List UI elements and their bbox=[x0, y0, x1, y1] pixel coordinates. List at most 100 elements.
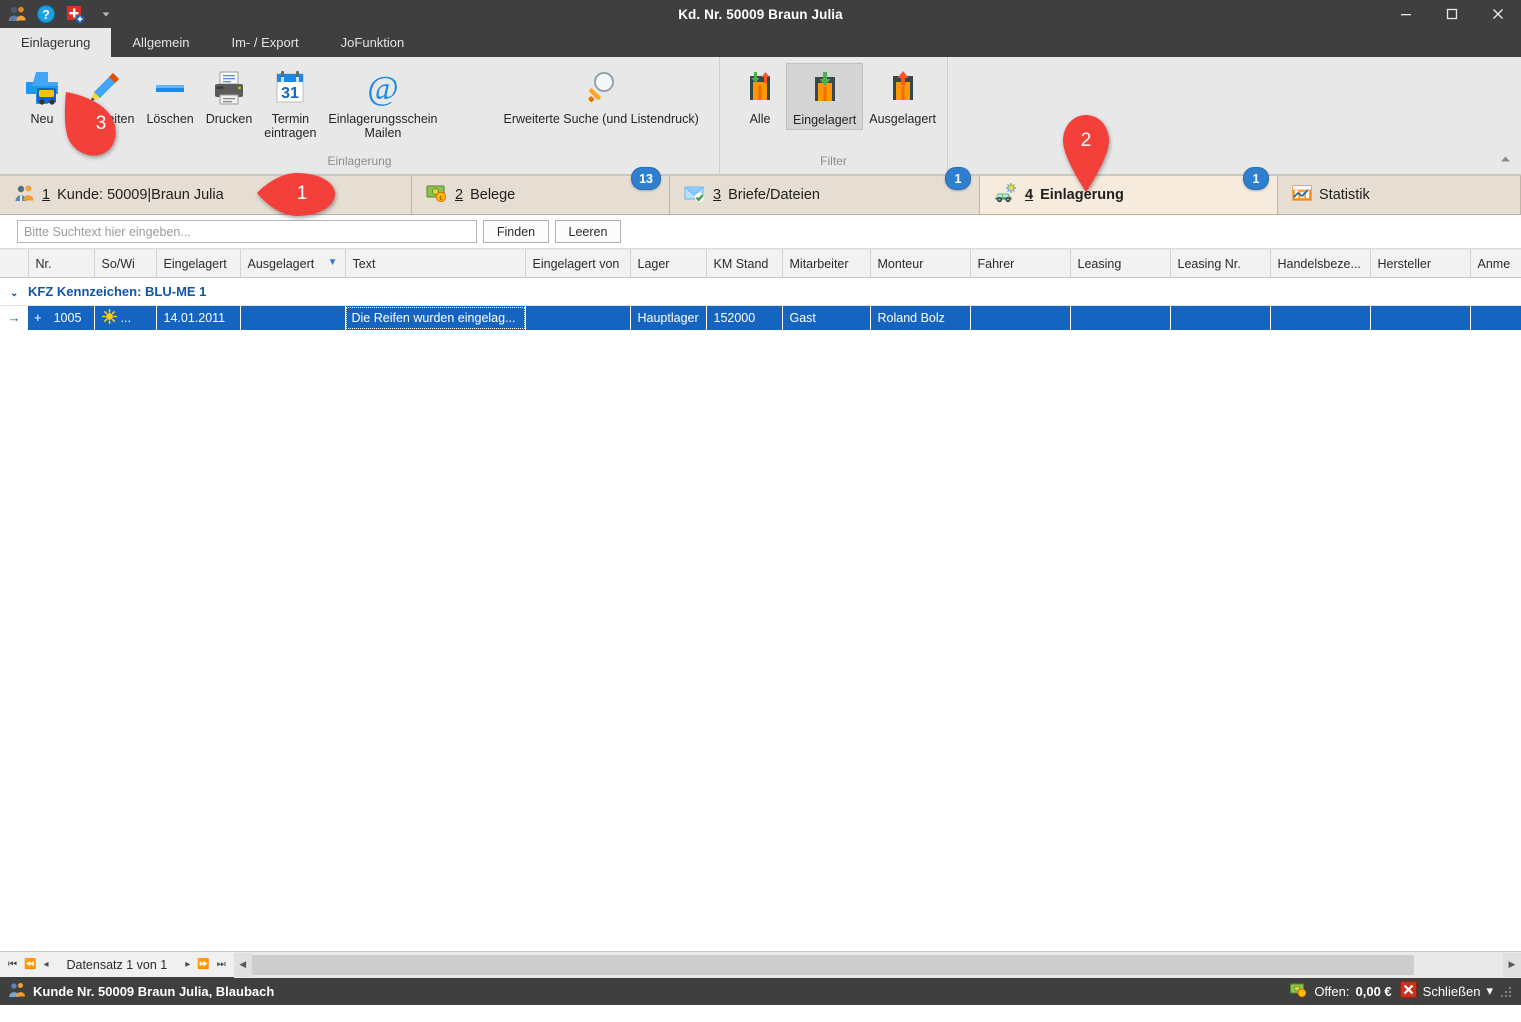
nav-tab-einlagerung[interactable]: 4 Einlagerung 1 bbox=[980, 167, 1278, 214]
ribbon-tab-einlagerung[interactable]: Einlagerung bbox=[0, 28, 112, 57]
ribbon-button-termin-eintragen[interactable]: 31 Termin eintragen bbox=[258, 63, 322, 142]
ribbon-tab-allgemein[interactable]: Allgemein bbox=[111, 28, 210, 57]
grid-group-row-cell[interactable]: ⌄ KFZ Kennzeichen: BLU-ME 1 bbox=[0, 277, 1521, 306]
nav-tab-briefe-dateien[interactable]: 3 Briefe/Dateien 1 bbox=[670, 167, 980, 214]
row-cell-text[interactable]: Die Reifen wurden eingelag... bbox=[345, 305, 526, 330]
close-button-label[interactable]: Schließen bbox=[1423, 984, 1481, 999]
ribbon-button-neu[interactable]: Neu bbox=[16, 63, 68, 128]
grid-col-fahrer[interactable]: Fahrer bbox=[970, 249, 1071, 278]
customer-icon[interactable] bbox=[7, 4, 27, 24]
ribbon-group-einlagerung-title: Einlagerung bbox=[327, 154, 392, 168]
window-controls bbox=[1383, 0, 1521, 28]
row-cell-text-value[interactable]: Die Reifen wurden eingelag... bbox=[345, 306, 524, 329]
filter-all-icon bbox=[741, 67, 779, 109]
nav-tab-belege[interactable]: € 2 Belege 13 bbox=[412, 167, 670, 214]
grid-col-hersteller[interactable]: Hersteller bbox=[1370, 249, 1471, 278]
grid-col-km-stand[interactable]: KM Stand bbox=[706, 249, 783, 278]
close-button-status[interactable]: Schließen ▾ bbox=[1399, 981, 1493, 1001]
filter-stored-out-icon bbox=[884, 67, 922, 109]
grid-col-mitarbeiter[interactable]: Mitarbeiter bbox=[782, 249, 871, 278]
ribbon-button-filter-eingelagert[interactable]: Eingelagert bbox=[786, 63, 864, 130]
horizontal-scrollbar[interactable]: ◀ ▶ bbox=[233, 951, 1521, 978]
help-icon[interactable]: ? bbox=[36, 4, 56, 24]
ribbon-button-einlagerungsschein-mailen[interactable]: @ Einlagerungsschein Mailen bbox=[322, 63, 443, 142]
close-dropdown-caret-icon[interactable]: ▾ bbox=[1486, 983, 1493, 999]
row-cell-fahrer[interactable] bbox=[970, 305, 1071, 330]
row-cell-eingelagert-von[interactable] bbox=[525, 305, 631, 330]
find-button[interactable]: Finden bbox=[483, 220, 549, 243]
table-row[interactable]: → + 1005 ... 14.01.2011 Die Reifen wurde… bbox=[0, 305, 1521, 330]
grid-col-ausgelagert[interactable]: Ausgelagert ▼ bbox=[240, 249, 346, 278]
prev-record-icon[interactable]: ◂ bbox=[43, 959, 48, 970]
svg-text:31: 31 bbox=[281, 85, 299, 102]
row-cell-hersteller[interactable] bbox=[1370, 305, 1471, 330]
ribbon-collapse-icon[interactable] bbox=[1497, 152, 1513, 166]
close-x-icon[interactable] bbox=[1399, 981, 1417, 1001]
row-cell-leasing[interactable] bbox=[1070, 305, 1171, 330]
minimize-button[interactable] bbox=[1383, 0, 1429, 28]
row-cell-nr[interactable]: + 1005 bbox=[28, 305, 95, 330]
scroll-thumb[interactable] bbox=[251, 954, 1414, 975]
mail-check-icon bbox=[684, 183, 706, 207]
grid-col-indicator[interactable] bbox=[0, 249, 29, 278]
ribbon-button-bearbeiten[interactable]: Bearbeiten bbox=[68, 63, 140, 128]
row-cell-sowi[interactable]: ... bbox=[94, 305, 157, 330]
grid-col-lager[interactable]: Lager bbox=[630, 249, 707, 278]
row-cell-sowi-value: ... bbox=[120, 310, 131, 325]
first-record-icon[interactable]: ⏮ bbox=[8, 959, 17, 970]
clear-button[interactable]: Leeren bbox=[555, 220, 621, 243]
dropdown-caret-icon[interactable] bbox=[100, 8, 112, 20]
row-cell-handelsbez[interactable] bbox=[1270, 305, 1371, 330]
chevron-down-icon[interactable]: ⌄ bbox=[10, 288, 18, 299]
grid-col-text[interactable]: Text bbox=[345, 249, 526, 278]
nav-tab-statistik[interactable]: Statistik bbox=[1278, 175, 1521, 214]
nav-tab-kunde[interactable]: 1 Kunde: 50009|Braun Julia bbox=[0, 175, 412, 214]
last-record-icon[interactable]: ⏭ bbox=[217, 959, 226, 970]
row-cell-ausgelagert[interactable] bbox=[240, 305, 346, 330]
grid-col-anmerkung[interactable]: Anme bbox=[1470, 249, 1521, 278]
next-record-icon[interactable]: ▸ bbox=[185, 959, 190, 970]
row-expand-icon[interactable]: + bbox=[34, 310, 42, 325]
row-cell-anmerkung[interactable] bbox=[1470, 305, 1521, 330]
car-tire-icon bbox=[994, 183, 1018, 207]
open-amount-value: 0,00 € bbox=[1355, 983, 1392, 999]
ribbon-button-loeschen-label: Löschen bbox=[146, 112, 194, 126]
nav-tab-kunde-num: 1 bbox=[42, 187, 51, 203]
search-input[interactable] bbox=[17, 220, 477, 243]
ribbon-button-filter-ausgelagert[interactable]: Ausgelagert bbox=[863, 63, 942, 128]
close-button[interactable] bbox=[1475, 0, 1521, 28]
ribbon-tab-im-export[interactable]: Im- / Export bbox=[210, 28, 319, 57]
ribbon-button-filter-alle[interactable]: Alle bbox=[734, 63, 786, 128]
grid-col-sowi[interactable]: So/Wi bbox=[94, 249, 157, 278]
nav-tab-strip: 1 Kunde: 50009|Braun Julia € 2 Belege 13… bbox=[0, 167, 1521, 215]
prev-page-icon[interactable]: ⏪ bbox=[24, 959, 36, 970]
grid-col-eingelagert-von[interactable]: Eingelagert von bbox=[525, 249, 631, 278]
next-page-icon[interactable]: ⏩ bbox=[197, 959, 209, 970]
row-cell-leasing-nr[interactable] bbox=[1170, 305, 1271, 330]
grid-group-row-label: KFZ Kennzeichen: BLU-ME 1 bbox=[28, 284, 207, 299]
grid-group-row[interactable]: ⌄ KFZ Kennzeichen: BLU-ME 1 bbox=[0, 277, 1521, 306]
row-cell-lager[interactable]: Hauptlager bbox=[630, 305, 707, 330]
resize-grip-icon[interactable] bbox=[1501, 985, 1513, 997]
ribbon-button-drucken[interactable]: Drucken bbox=[200, 63, 259, 128]
grid-col-handelsbez[interactable]: Handelsbeze... bbox=[1270, 249, 1371, 278]
ribbon-button-loeschen[interactable]: Löschen bbox=[140, 63, 199, 128]
ribbon-button-erweiterte-suche[interactable]: Erweiterte Suche (und Listendruck) bbox=[498, 63, 705, 128]
grid-col-leasing-nr[interactable]: Leasing Nr. bbox=[1170, 249, 1271, 278]
grid-col-nr[interactable]: Nr. bbox=[28, 249, 95, 278]
add-record-icon[interactable] bbox=[65, 4, 85, 24]
grid-col-monteur[interactable]: Monteur bbox=[870, 249, 971, 278]
row-cell-mitarbeiter[interactable]: Gast bbox=[782, 305, 871, 330]
row-cell-km-stand[interactable]: 152000 bbox=[706, 305, 783, 330]
scroll-left-button[interactable]: ◀ bbox=[233, 952, 252, 977]
grid-col-eingelagert[interactable]: Eingelagert bbox=[156, 249, 241, 278]
ribbon-button-bearbeiten-label: Bearbeiten bbox=[74, 112, 135, 126]
ribbon-tab-jofunktion[interactable]: JoFunktion bbox=[320, 28, 426, 57]
nav-tab-briefe-label: Briefe/Dateien bbox=[728, 187, 820, 203]
open-amount-label: Offen: bbox=[1314, 983, 1350, 999]
row-cell-monteur[interactable]: Roland Bolz bbox=[870, 305, 971, 330]
grid-col-leasing[interactable]: Leasing bbox=[1070, 249, 1171, 278]
scroll-right-button[interactable]: ▶ bbox=[1503, 952, 1521, 977]
maximize-button[interactable] bbox=[1429, 0, 1475, 28]
row-cell-eingelagert[interactable]: 14.01.2011 bbox=[156, 305, 241, 330]
